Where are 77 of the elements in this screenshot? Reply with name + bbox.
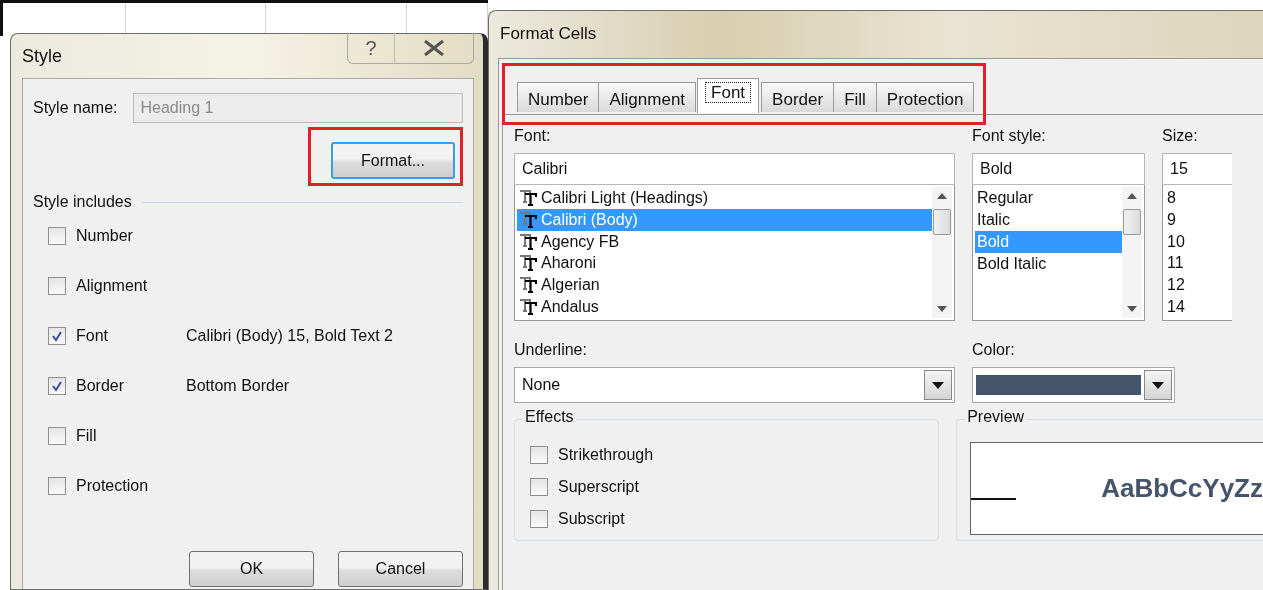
style-description: Bottom Border <box>186 377 290 395</box>
group-heading: Style includes <box>33 193 132 211</box>
tab[interactable]: Alignment <box>598 82 697 112</box>
dialog-button[interactable]: OK <box>189 551 314 587</box>
size-list-item[interactable]: 8 <box>1165 187 1230 209</box>
size-list-item[interactable]: 11 <box>1165 252 1230 275</box>
window-title: Style <box>22 46 63 67</box>
truetype-font-icon <box>519 211 537 228</box>
checkbox-label[interactable]: Font <box>76 327 176 345</box>
font-list-item[interactable]: Calibri Light (Headings) <box>517 187 932 209</box>
scroll-thumb[interactable] <box>1123 209 1141 235</box>
size-list-item[interactable]: 12 <box>1165 274 1230 297</box>
checkbox-label[interactable]: Strikethrough <box>558 446 654 464</box>
tab[interactable]: Protection <box>875 82 975 112</box>
font-list-item[interactable]: Andalus <box>517 296 932 318</box>
font-list-item[interactable]: Algerian <box>517 274 932 297</box>
size-field[interactable]: 15 <box>1162 153 1232 185</box>
checkbox-label[interactable]: Superscript <box>558 478 639 496</box>
field-label: Font: <box>514 127 552 146</box>
checkbox[interactable] <box>48 427 66 445</box>
checkbox[interactable] <box>530 510 548 528</box>
dropdown-arrow-icon <box>932 381 944 389</box>
scroll-thumb[interactable] <box>933 209 951 235</box>
font-style-list-item[interactable]: Italic <box>975 209 1122 231</box>
checkbox[interactable] <box>48 477 66 495</box>
truetype-font-icon <box>519 233 537 250</box>
size-list-item[interactable]: 14 <box>1165 296 1230 318</box>
color-dropdown[interactable] <box>972 367 1175 403</box>
checkbox[interactable] <box>48 277 66 295</box>
size-list-item[interactable]: 9 <box>1165 208 1230 231</box>
preview-sample: AaBbCcYyZz <box>1101 473 1263 504</box>
tab[interactable]: Fill <box>833 82 877 112</box>
truetype-font-icon <box>519 299 537 316</box>
font-style-field[interactable]: Bold <box>972 153 1145 185</box>
tab[interactable]: Font <box>697 78 760 113</box>
window-title: Format Cells <box>499 23 598 45</box>
scrollbar[interactable] <box>932 187 952 318</box>
font-field[interactable]: Calibri <box>514 153 955 185</box>
format-button[interactable]: Format... <box>331 142 455 179</box>
checkbox[interactable] <box>48 377 66 395</box>
size-list-item[interactable]: 10 <box>1165 230 1230 253</box>
field-label: Color: <box>972 341 1016 360</box>
style-description: Calibri (Body) 15, Bold Text 2 <box>186 327 393 345</box>
checkbox[interactable] <box>530 446 548 464</box>
checkmark-icon <box>51 380 63 392</box>
dialog-button[interactable]: Cancel <box>338 551 463 587</box>
checkbox-label[interactable]: Fill <box>76 427 176 445</box>
font-list-item[interactable]: Aharoni <box>517 252 932 275</box>
field-label: Style name: <box>33 99 118 117</box>
checkbox[interactable] <box>530 478 548 496</box>
field-label: Size: <box>1162 127 1199 146</box>
checkbox-label[interactable]: Subscript <box>558 510 625 528</box>
scroll-down-arrow-icon[interactable] <box>937 306 947 312</box>
checkbox-label[interactable]: Border <box>76 377 176 395</box>
checkmark-icon <box>51 330 63 342</box>
checkbox[interactable] <box>48 327 66 345</box>
field-label: Underline: <box>514 341 588 360</box>
truetype-font-icon <box>519 255 537 272</box>
underline-dropdown[interactable]: None <box>514 367 955 403</box>
scroll-up-arrow-icon[interactable] <box>1127 193 1137 199</box>
truetype-font-icon <box>519 189 537 206</box>
font-style-list-item[interactable]: Regular <box>975 187 1122 209</box>
tab[interactable]: Number <box>517 82 600 112</box>
checkbox-label[interactable]: Alignment <box>76 277 176 295</box>
dropdown-arrow-icon <box>1152 381 1164 389</box>
field-label: Font style: <box>972 127 1047 146</box>
scrollbar[interactable] <box>1122 187 1142 318</box>
scroll-down-arrow-icon[interactable] <box>1127 306 1137 312</box>
font-style-list-item[interactable]: Bold Italic <box>975 253 1122 275</box>
close-icon <box>422 39 446 57</box>
tab[interactable]: Border <box>761 82 835 112</box>
font-list-item[interactable]: Agency FB <box>517 230 932 253</box>
checkbox[interactable] <box>48 227 66 245</box>
checkbox-label[interactable]: Protection <box>76 477 176 495</box>
truetype-font-icon <box>519 277 537 294</box>
scroll-up-arrow-icon[interactable] <box>937 193 947 199</box>
checkbox-label[interactable]: Number <box>76 227 176 245</box>
